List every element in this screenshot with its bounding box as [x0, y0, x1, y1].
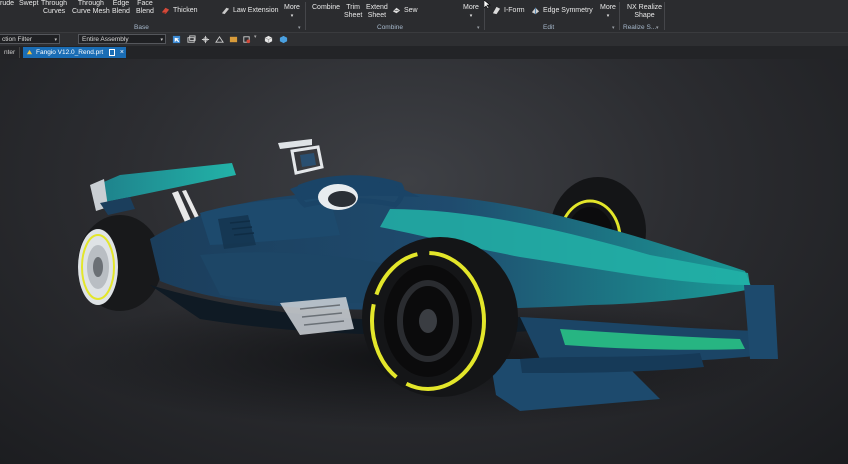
combine-button[interactable]: Combine — [312, 4, 340, 12]
face-rule-icon[interactable] — [242, 35, 251, 44]
group-label-edit: Edit — [543, 24, 555, 31]
close-icon[interactable]: × — [120, 47, 124, 58]
more-button-3[interactable]: More ▾ — [600, 4, 616, 20]
group-label-base: Base — [134, 24, 149, 31]
group-separator — [305, 2, 306, 30]
chevron-down-icon: ▾ — [160, 37, 163, 43]
tab-previous[interactable]: nter — [0, 47, 21, 58]
extend-sheet-label-2: Sheet — [367, 12, 387, 19]
thicken-label: Thicken — [173, 7, 198, 14]
thicken-icon — [161, 7, 170, 15]
filter-point-icon[interactable] — [215, 35, 224, 44]
more-button-2[interactable]: More ▾ — [463, 4, 479, 20]
render-style-icon[interactable] — [279, 35, 288, 44]
extend-sheet-button[interactable]: Extend Sheet — [366, 4, 388, 20]
through-curve-mesh-button[interactable]: Through Curve Mesh — [72, 0, 110, 16]
group-launcher-icon[interactable]: ▾ — [612, 25, 615, 31]
edge-symmetry-button[interactable]: Edge Symmetry — [531, 6, 593, 15]
nx-realize-shape-button[interactable]: NX Realize Shape — [627, 4, 662, 20]
snap-icon[interactable] — [201, 35, 210, 44]
selection-filter-dropdown[interactable]: ction Filter ▾ — [0, 34, 60, 44]
edge-blend-button[interactable]: Edge Blend — [112, 0, 130, 16]
selection-filter-value: ction Filter — [2, 36, 32, 43]
rear-left-wheel — [78, 215, 162, 311]
chevron-down-icon: ▾ — [290, 13, 294, 19]
group-launcher-icon[interactable]: ▾ — [477, 25, 480, 31]
selection-scope-value: Entire Assembly — [82, 36, 129, 43]
i-form-button[interactable]: I-Form — [492, 6, 525, 15]
front-left-wheel — [362, 237, 518, 397]
graphics-viewport[interactable] — [0, 59, 848, 464]
chevron-down-icon: ▾ — [469, 13, 473, 19]
trim-sheet-label-1: Trim — [346, 4, 361, 11]
ribbon: rude Swept Through Curves Through Curve … — [0, 0, 848, 33]
nx-realize-label-1: NX Realize — [627, 4, 663, 11]
i-form-label: I-Form — [504, 7, 525, 14]
group-separator — [664, 2, 665, 30]
select-icon[interactable] — [172, 35, 181, 44]
law-extension-label: Law Extension — [233, 7, 279, 14]
tab-previous-label: nter — [4, 49, 16, 56]
through-curves-label-1: Through — [41, 0, 68, 7]
through-curves-button[interactable]: Through Curves — [41, 0, 67, 16]
swept-button[interactable]: Swept — [19, 0, 38, 8]
curve-rule-icon[interactable] — [229, 35, 238, 44]
law-extension-button[interactable]: Law Extension — [221, 6, 279, 15]
through-curves-label-2: Curves — [42, 8, 66, 15]
swept-label: Swept — [19, 0, 39, 7]
edge-blend-label-2: Blend — [112, 8, 130, 15]
extend-sheet-label-1: Extend — [366, 4, 388, 11]
document-icon[interactable] — [109, 49, 115, 56]
law-extension-icon — [221, 7, 230, 15]
f1-car-render — [60, 139, 780, 429]
group-label-combine: Combine — [377, 24, 404, 31]
edge-symmetry-icon — [531, 7, 540, 15]
sew-label: Sew — [404, 7, 418, 14]
trim-sheet-button[interactable]: Trim Sheet — [344, 4, 362, 20]
document-tab-bar: nter Fangio V12.0_Rend.prt × — [0, 46, 848, 59]
chevron-down-icon[interactable]: ▾ — [254, 34, 257, 40]
chevron-down-icon: ▾ — [54, 37, 57, 43]
face-blend-label-1: Face — [137, 0, 153, 7]
thicken-button[interactable]: Thicken — [161, 6, 198, 15]
face-blend-button[interactable]: Face Blend — [136, 0, 154, 16]
more-label-1: More — [284, 4, 300, 11]
more-label-3: More — [600, 4, 616, 11]
group-launcher-icon[interactable]: ▾ — [298, 25, 301, 31]
group-launcher-icon[interactable]: ▾ — [656, 25, 659, 31]
edge-symmetry-label: Edge Symmetry — [543, 7, 593, 14]
cockpit-halo — [278, 139, 420, 210]
more-button-1[interactable]: More ▾ — [284, 4, 300, 20]
through-curve-mesh-label-1: Through — [77, 0, 104, 7]
sew-button[interactable]: Sew — [392, 6, 418, 15]
view-cube-icon[interactable] — [264, 35, 273, 44]
extrude-button[interactable]: rude — [0, 0, 14, 8]
sew-icon — [392, 7, 401, 14]
extrude-label: rude — [0, 0, 15, 7]
group-label-realize: Realize S... — [623, 24, 657, 31]
selection-bar: ction Filter ▾ Entire Assembly ▾ ▾ — [0, 33, 848, 46]
tab-active-label: Fangio V12.0_Rend.prt — [36, 49, 104, 56]
face-blend-label-2: Blend — [136, 8, 154, 15]
trim-sheet-label-2: Sheet — [344, 12, 363, 19]
chevron-down-icon: ▾ — [606, 13, 610, 19]
edge-blend-label-1: Edge — [112, 0, 130, 7]
combine-label: Combine — [312, 4, 341, 11]
part-icon — [26, 49, 33, 55]
through-curve-mesh-label-2: Curve Mesh — [72, 8, 110, 15]
nx-realize-label-2: Shape — [634, 12, 655, 19]
tab-active-part[interactable]: Fangio V12.0_Rend.prt × — [23, 47, 126, 58]
mouse-cursor-icon — [484, 0, 491, 9]
i-form-icon — [492, 6, 501, 15]
group-separator — [619, 2, 620, 30]
more-label-2: More — [463, 4, 479, 11]
layer-icon[interactable] — [187, 35, 196, 44]
selection-scope-dropdown[interactable]: Entire Assembly ▾ — [78, 34, 166, 44]
